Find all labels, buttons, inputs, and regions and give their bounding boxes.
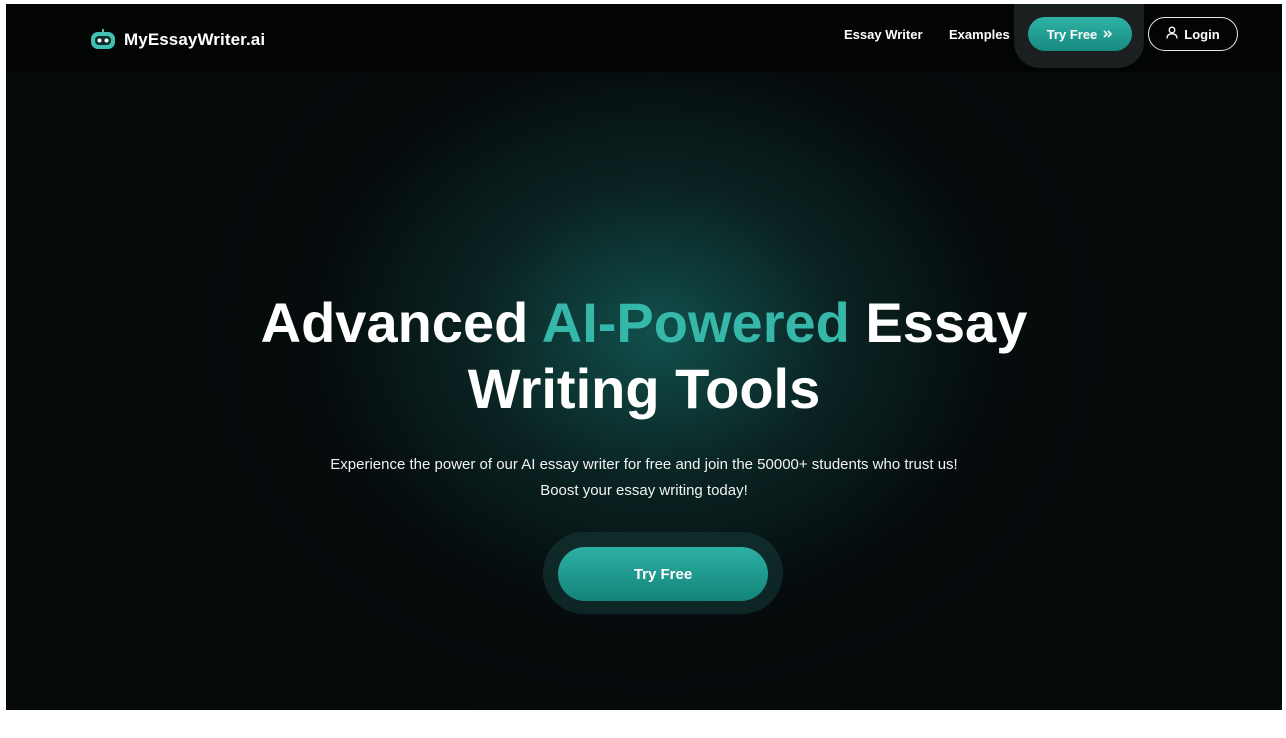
login-button[interactable]: Login (1148, 17, 1238, 51)
nav-link-examples[interactable]: Examples (949, 26, 1010, 44)
hero-title-part1: Advanced (260, 291, 542, 354)
hero-title: Advanced AI-Powered Essay Writing Tools (6, 290, 1282, 422)
hero-subtitle-line1: Experience the power of our AI essay wri… (330, 456, 958, 473)
double-chevron-right-icon (1103, 27, 1113, 42)
nav-link-essay-writer[interactable]: Essay Writer (844, 26, 923, 44)
hero-title-line1: Advanced AI-Powered Essay (6, 290, 1282, 356)
brand-name: MyEssayWriter.ai (124, 30, 266, 49)
user-icon (1166, 26, 1178, 42)
hero-subtitle: Experience the power of our AI essay wri… (6, 452, 1282, 504)
nav-try-free-label: Try Free (1046, 26, 1098, 42)
hero-title-part2: Essay (849, 291, 1028, 354)
hero-try-free-button[interactable]: Try Free (558, 547, 768, 601)
hero-subtitle-line2: Boost your essay writing today! (540, 482, 748, 499)
page-frame: MyEssayWriter.ai Essay Writer Examples T… (6, 4, 1282, 710)
login-label: Login (1184, 26, 1220, 42)
top-navbar: MyEssayWriter.ai Essay Writer Examples T… (6, 4, 1282, 72)
nav-try-free-button[interactable]: Try Free (1028, 17, 1132, 51)
hero-title-line2: Writing Tools (467, 357, 821, 420)
hero-title-accent: AI-Powered (541, 291, 850, 354)
hero-try-free-label: Try Free (633, 565, 693, 583)
brand[interactable]: MyEssayWriter.ai (90, 26, 265, 54)
robot-logo-icon (90, 29, 116, 51)
